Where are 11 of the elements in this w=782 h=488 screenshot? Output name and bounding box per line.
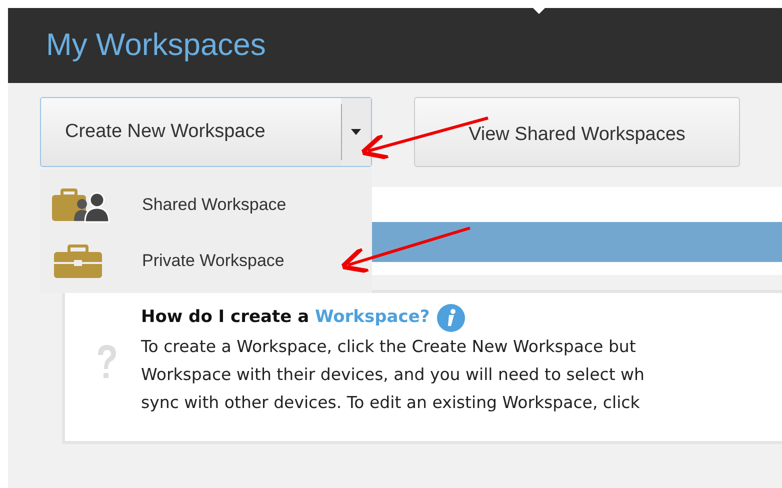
briefcase-people-icon — [52, 187, 112, 223]
page-title: My Workspaces — [46, 26, 266, 64]
pointer-notch-icon — [532, 7, 546, 15]
info-icon[interactable] — [436, 303, 466, 333]
view-shared-button[interactable]: View Shared Workspaces — [414, 97, 740, 167]
dropdown-toggle[interactable] — [341, 98, 371, 166]
menu-item[interactable]: Private Workspace — [52, 233, 372, 289]
help-text: To create a Workspace, click the Create New Workspace but Workspace with their devices, and you will need to select wh sync with other devices. To edit an existing Workspace, click — [141, 336, 645, 414]
caret-icon — [351, 129, 361, 135]
menu-item[interactable]: Shared Workspace — [52, 177, 372, 233]
help-heading: How do I create a Workspace? — [141, 306, 430, 330]
